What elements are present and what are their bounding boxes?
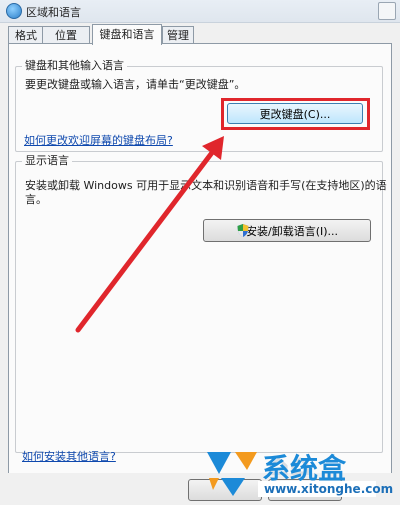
watermark-logo-icon [207,452,257,496]
watermark-url: www.xitonghe.com [258,481,393,497]
tab-keyboards-and-languages[interactable]: 键盘和语言 [92,24,162,45]
annotation-arrow [75,136,224,333]
